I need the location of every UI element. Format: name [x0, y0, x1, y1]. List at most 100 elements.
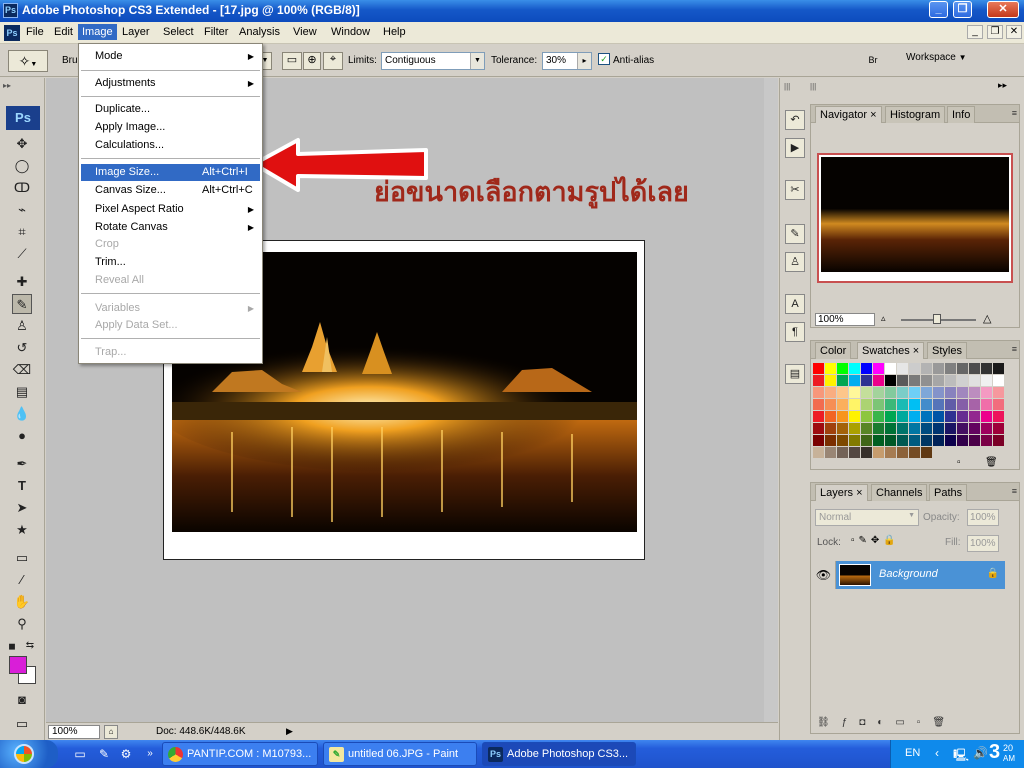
navigator-preview[interactable]	[817, 153, 1013, 283]
color-swatch[interactable]	[957, 387, 968, 398]
history-panel-icon[interactable]: ↶	[785, 110, 805, 130]
color-swatch[interactable]	[933, 399, 944, 410]
color-swatch[interactable]	[873, 423, 884, 434]
color-swatch[interactable]	[909, 399, 920, 410]
color-swatch[interactable]	[969, 387, 980, 398]
color-swatch[interactable]	[957, 411, 968, 422]
zoom-slider-thumb[interactable]	[933, 314, 941, 324]
color-swatch[interactable]	[933, 435, 944, 446]
color-swatch[interactable]	[945, 423, 956, 434]
gradient-tool-icon[interactable]: ▤	[12, 382, 32, 402]
color-swatch[interactable]	[885, 375, 896, 386]
menu-analysis[interactable]: Analysis	[239, 26, 280, 38]
close-icon[interactable]: ×	[913, 345, 919, 357]
color-swatch[interactable]	[861, 399, 872, 410]
panel-menu-icon[interactable]: ≡	[1012, 344, 1017, 354]
color-swatch[interactable]	[813, 387, 824, 398]
color-swatch[interactable]	[945, 387, 956, 398]
dock-grip[interactable]: |||	[810, 82, 816, 91]
status-menu-arrow-icon[interactable]: ▶	[286, 726, 293, 737]
lock-icons[interactable]: ▫✎✥🔒	[851, 535, 900, 546]
type-tool-icon[interactable]: T	[12, 476, 32, 496]
color-swatch[interactable]	[861, 375, 872, 386]
new-swatch-icon[interactable]: ▫	[957, 457, 961, 468]
add-to-selection-icon[interactable]: ⊕	[303, 52, 321, 70]
color-swatch[interactable]	[813, 399, 824, 410]
character-panel-icon[interactable]: A	[785, 294, 805, 314]
slice-tool-icon[interactable]: ⟋	[12, 244, 32, 264]
workspace-menu[interactable]: Workspace ▼	[906, 52, 967, 63]
bridge-icon[interactable]: Br	[860, 50, 886, 72]
color-swatch[interactable]	[921, 399, 932, 410]
move-tool-icon[interactable]: ✥	[12, 134, 32, 154]
zoom-level-field[interactable]: 100%	[48, 725, 100, 739]
anti-alias-checkbox[interactable]: ✓	[598, 53, 610, 65]
zoom-tool-icon[interactable]: ⚲	[12, 614, 32, 634]
new-selection-icon[interactable]: ▭	[282, 52, 302, 70]
fill-field[interactable]: 100%	[967, 535, 999, 552]
color-swatch[interactable]	[885, 399, 896, 410]
color-swatch[interactable]	[981, 375, 992, 386]
color-swatch[interactable]	[933, 411, 944, 422]
navigator-zoom-field[interactable]: 100%	[815, 313, 875, 326]
color-swatch[interactable]	[921, 423, 932, 434]
blend-mode-select[interactable]: Normal ▼	[815, 509, 919, 526]
panel-grip[interactable]: |||	[784, 82, 790, 91]
tool-presets-panel-icon[interactable]: ✂	[785, 180, 805, 200]
quicklaunch-more-icon[interactable]: »	[142, 746, 158, 762]
color-swatch[interactable]	[813, 411, 824, 422]
quick-selection-tool-icon[interactable]: ⌁	[12, 200, 32, 220]
color-swatch[interactable]	[885, 435, 896, 446]
menu-help[interactable]: Help	[383, 26, 406, 38]
minimize-button[interactable]: _	[929, 1, 948, 18]
screen-mode-icon[interactable]: ▭	[12, 714, 32, 734]
color-swatch[interactable]	[837, 387, 848, 398]
eye-icon[interactable]: 👁	[812, 561, 836, 589]
color-swatch[interactable]	[957, 423, 968, 434]
color-swatch[interactable]	[897, 387, 908, 398]
color-swatch[interactable]	[969, 435, 980, 446]
menu-item-apply-image[interactable]: Apply Image...	[81, 119, 260, 136]
status-info-icon[interactable]: ⌂	[104, 725, 118, 739]
color-swatch[interactable]	[837, 375, 848, 386]
color-swatch[interactable]	[825, 435, 836, 446]
color-swatch[interactable]	[957, 375, 968, 386]
tab-histogram[interactable]: Histogram	[885, 106, 946, 123]
clone-stamp-tool-icon[interactable]: ♙	[12, 316, 32, 336]
tab-swatches[interactable]: Swatches ×	[857, 342, 925, 359]
color-swatch[interactable]	[993, 411, 1004, 422]
lasso-tool-icon[interactable]: ↀ	[12, 178, 32, 198]
color-swatch[interactable]	[897, 375, 908, 386]
blur-tool-icon[interactable]: 💧	[12, 404, 32, 424]
layer-actions[interactable]: ⛓ƒ◘◐▭▫🗑	[817, 717, 957, 728]
network-quicklaunch-icon[interactable]: ⚙	[118, 746, 134, 762]
history-brush-tool-icon[interactable]: ↺	[12, 338, 32, 358]
menu-layer[interactable]: Layer	[122, 26, 150, 38]
color-swatch[interactable]	[921, 411, 932, 422]
color-swatch[interactable]	[885, 411, 896, 422]
limits-select[interactable]: Contiguous ▼	[381, 52, 485, 70]
menu-item-duplicate[interactable]: Duplicate...	[81, 101, 260, 118]
sample-all-icon[interactable]: ⌖	[323, 52, 343, 70]
brushes-panel-icon[interactable]: ✎	[785, 224, 805, 244]
doc-close-button[interactable]: ✕	[1006, 25, 1022, 39]
color-swatch[interactable]	[849, 447, 860, 458]
color-swatch[interactable]	[909, 423, 920, 434]
color-swatch[interactable]	[909, 435, 920, 446]
color-swatch[interactable]	[849, 399, 860, 410]
menu-file[interactable]: File	[26, 26, 44, 38]
color-swatch[interactable]	[837, 435, 848, 446]
color-swatch[interactable]	[969, 375, 980, 386]
color-swatch[interactable]	[897, 399, 908, 410]
tab-styles[interactable]: Styles	[927, 342, 967, 359]
trash-icon[interactable]: 🗑	[985, 457, 998, 468]
layer-row-background[interactable]: 👁 Background 🔒	[812, 561, 1005, 589]
start-button[interactable]	[0, 740, 58, 768]
marquee-tool-icon[interactable]: ◯	[12, 156, 32, 176]
panel-menu-icon[interactable]: ≡	[1012, 108, 1017, 118]
tab-paths[interactable]: Paths	[929, 484, 968, 501]
color-swatch[interactable]	[873, 363, 884, 374]
color-swatch[interactable]	[969, 399, 980, 410]
color-swatch[interactable]	[849, 435, 860, 446]
color-swatch[interactable]	[993, 423, 1004, 434]
